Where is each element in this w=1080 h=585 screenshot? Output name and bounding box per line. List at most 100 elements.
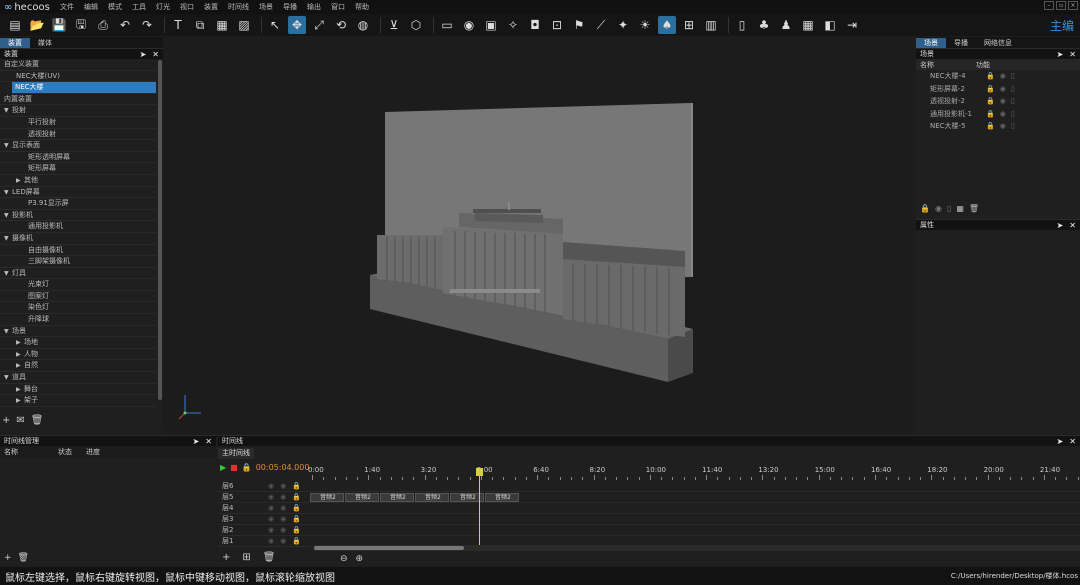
light-dropdown-icon[interactable]: ⊻ — [385, 16, 403, 34]
bulb-icon[interactable]: ✧ — [504, 16, 522, 34]
eye-icon[interactable]: ◉ — [935, 204, 942, 213]
menu-item[interactable]: 窗口 — [331, 2, 345, 12]
visible-icon[interactable]: ◉ — [268, 481, 274, 492]
edit-mode-label[interactable]: 主编 — [1050, 17, 1074, 34]
tab-main-timeline[interactable]: 主时间线 — [218, 448, 254, 459]
crowd-icon[interactable]: ♟ — [777, 16, 795, 34]
trash-icon[interactable]: 🗑 — [263, 552, 276, 563]
minimize-button[interactable]: – — [1044, 1, 1054, 10]
tree-item[interactable]: 平行投射 — [0, 117, 156, 129]
split-icon[interactable]: ▯ — [733, 16, 751, 34]
collapse-arrow-icon[interactable]: ▶ — [16, 360, 24, 372]
accent-icon[interactable]: ♠ — [658, 16, 676, 34]
layer-settings-icon[interactable]: ⊞ — [242, 552, 250, 563]
menu-item[interactable]: 输出 — [307, 2, 321, 12]
lock-icon[interactable]: 🔒 — [292, 492, 301, 503]
tree-item[interactable]: 光束灯 — [0, 279, 156, 291]
collapse-arrow-icon[interactable]: ▶ — [16, 337, 24, 349]
menu-item[interactable]: 工具 — [132, 2, 146, 12]
monitor-icon[interactable]: ▥ — [702, 16, 720, 34]
eye-icon[interactable]: ◉ — [280, 503, 286, 514]
trash-icon[interactable]: 🗑 — [31, 415, 44, 426]
save-as-icon[interactable]: 🖫 — [72, 16, 90, 34]
print-icon[interactable]: ⎙ — [94, 16, 112, 34]
zoom-out-icon[interactable]: ⊖ — [340, 554, 348, 564]
spotlight-icon[interactable]: ⚑ — [570, 16, 588, 34]
menu-item[interactable]: 导播 — [283, 2, 297, 12]
audio-clip[interactable]: 音频2 — [345, 493, 379, 502]
eye-icon[interactable]: ◉ — [280, 514, 286, 525]
collapse-arrow-icon[interactable]: ▶ — [16, 395, 24, 407]
lock-icon[interactable]: 🔒 — [986, 70, 995, 83]
tree-item[interactable]: ▼ LED屏幕 — [0, 187, 156, 199]
scale-icon[interactable]: ⤢ — [310, 16, 328, 34]
eye-icon[interactable]: ◉ — [1000, 70, 1006, 83]
dual-view-icon[interactable]: ◧ — [821, 16, 839, 34]
image-frame-icon[interactable]: ⧉ — [191, 16, 209, 34]
playhead-handle[interactable] — [476, 468, 483, 476]
eye-icon[interactable]: ◉ — [1000, 83, 1006, 96]
tree-item[interactable]: ▼ 显示表面 — [0, 140, 156, 152]
lock-icon[interactable]: 🔒 — [292, 481, 301, 492]
scene-item[interactable]: NEC大楼-4 🔒 ◉ ▯ — [916, 70, 1080, 83]
timeline-layer[interactable]: 层5 ◉ ◉ 🔒 音频2 音频2 音频2 音频2 音频2 音频2 — [218, 492, 1080, 503]
save-icon[interactable]: 💾 — [50, 16, 68, 34]
add-icon[interactable]: + — [4, 553, 12, 563]
timeline-scrollbar[interactable] — [314, 545, 1080, 551]
text-box-icon[interactable]: T — [169, 16, 187, 34]
tree-item[interactable]: ▶ 架子 — [0, 395, 156, 407]
timeline-layer[interactable]: 层6 ◉ ◉ 🔒 — [218, 481, 1080, 492]
delete-icon[interactable]: ▯ — [1011, 70, 1015, 83]
timeline-layer[interactable]: 层4 ◉ ◉ 🔒 — [218, 503, 1080, 514]
tab-right_panel-2[interactable]: 网络信息 — [976, 38, 1020, 48]
visible-icon[interactable]: ◉ — [268, 503, 274, 514]
tree-item[interactable]: ▼ 投影机 — [0, 210, 156, 222]
zoom-in-icon[interactable]: ⊕ — [356, 554, 364, 564]
visible-icon[interactable]: ◉ — [268, 514, 274, 525]
eye-icon[interactable]: ◉ — [460, 16, 478, 34]
scene-item[interactable]: NEC大楼-5 🔒 ◉ ▯ — [916, 120, 1080, 133]
move-icon[interactable]: ✥ — [288, 16, 306, 34]
lock-icon[interactable]: 🔒 — [986, 95, 995, 108]
delete-icon[interactable]: ▯ — [1011, 120, 1015, 133]
time-ruler[interactable]: 0:00 1:40 3:20 5:00 6:40 8:20 10:00 11:40 13:20 1… — [308, 461, 1080, 481]
eye-icon[interactable]: ◉ — [1000, 108, 1006, 121]
lock-icon[interactable]: 🔒 — [242, 463, 252, 472]
tree-item[interactable]: ▶ 其他 — [0, 175, 156, 187]
pin-icon[interactable]: ➤ — [1057, 49, 1064, 60]
expand-arrow-icon[interactable]: ▼ — [4, 187, 12, 199]
trash-icon[interactable]: 🗑 — [18, 553, 29, 563]
tab-right_panel-0[interactable]: 场景 — [916, 38, 946, 48]
menu-item[interactable]: 帮助 — [355, 2, 369, 12]
rotate-icon[interactable]: ⟲ — [332, 16, 350, 34]
pin-icon[interactable]: ➤ — [193, 436, 200, 447]
tree-item[interactable]: 自由摄像机 — [0, 245, 156, 257]
pin-icon[interactable]: ➤ — [1057, 436, 1064, 447]
group-icon[interactable]: ♣ — [755, 16, 773, 34]
tree-item[interactable]: 升降球 — [0, 314, 156, 326]
scene-item[interactable]: 通用投影机-1 🔒 ◉ ▯ — [916, 108, 1080, 121]
playhead[interactable] — [479, 469, 480, 547]
tree-item[interactable]: ▼ 场景 — [0, 326, 156, 338]
tree-item[interactable]: 通用投影机 — [0, 221, 156, 233]
beam-icon[interactable]: ✦ — [614, 16, 632, 34]
audio-clip[interactable]: 音频2 — [415, 493, 449, 502]
expand-arrow-icon[interactable]: ▼ — [4, 372, 12, 384]
visible-icon[interactable]: ◉ — [268, 536, 274, 547]
menu-item[interactable]: 装置 — [204, 2, 218, 12]
eye-icon[interactable]: ◉ — [280, 525, 286, 536]
tree-item[interactable]: ▶ 舞台 — [0, 384, 156, 396]
expand-arrow-icon[interactable]: ▼ — [4, 140, 12, 152]
tree-item[interactable]: 图案灯 — [0, 291, 156, 303]
delete-icon[interactable]: ▯ — [1011, 108, 1015, 121]
tree-item[interactable]: 内置装置 — [0, 94, 156, 106]
eye-icon[interactable]: ◉ — [280, 492, 286, 503]
eye-icon[interactable]: ◉ — [280, 536, 286, 547]
lock-icon[interactable]: 🔒 — [986, 108, 995, 121]
timeline-layer[interactable]: 层3 ◉ ◉ 🔒 — [218, 514, 1080, 525]
lock-icon[interactable]: 🔒 — [920, 204, 930, 213]
lock-icon[interactable]: 🔒 — [986, 83, 995, 96]
grid-icon[interactable]: ▦ — [956, 204, 964, 213]
menu-item[interactable]: 时间线 — [228, 2, 249, 12]
tab-left_panel-0[interactable]: 装置 — [0, 38, 30, 48]
